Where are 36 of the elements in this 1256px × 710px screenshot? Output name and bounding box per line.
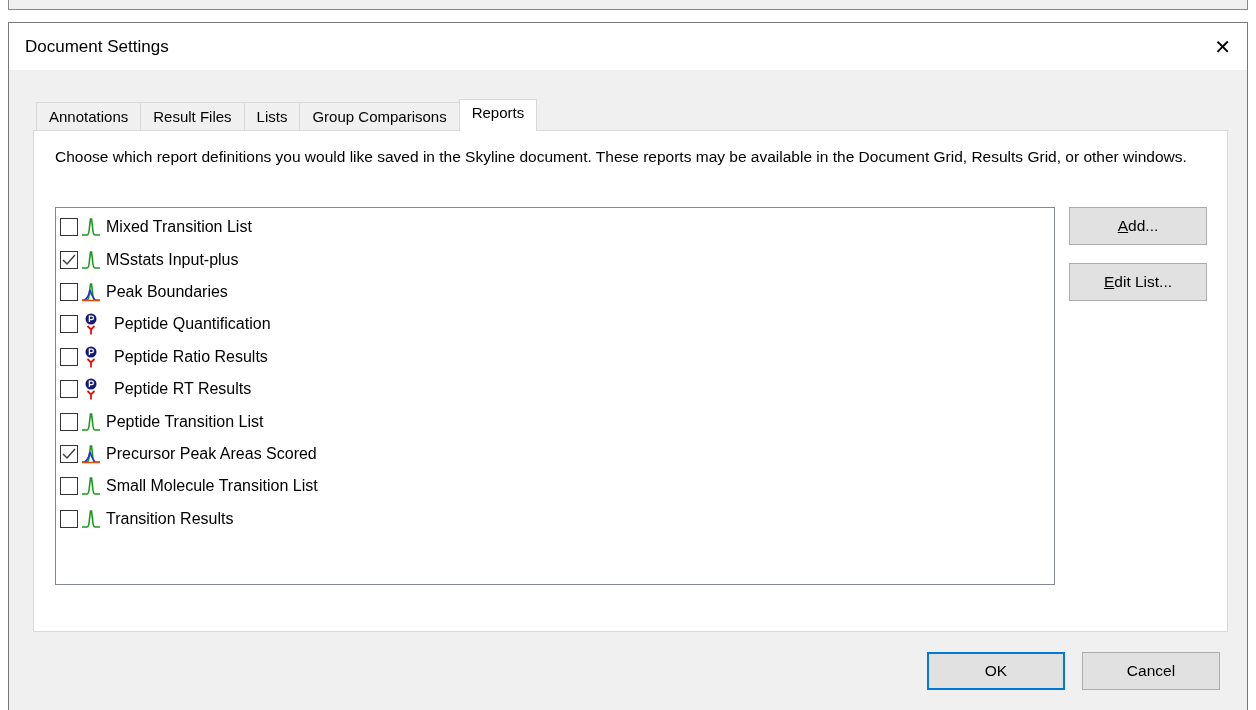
edit-list-button[interactable]: Edit List... [1069,263,1207,301]
peak-icon [81,217,101,238]
report-label[interactable]: Precursor Peak Areas Scored [106,444,317,463]
report-label[interactable]: Peptide Ratio Results [114,347,268,366]
report-label[interactable]: Transition Results [106,509,234,528]
peak-icon [81,476,101,497]
report-label[interactable]: Peak Boundaries [106,282,228,301]
checkbox[interactable] [60,315,78,334]
report-label[interactable]: MSstats Input-plus [106,250,239,269]
close-button[interactable]: ✕ [1208,34,1237,59]
description-text: Choose which report definitions you would like saved in the Skyline document. These reports may be available in the Document Grid, Results Grid, or other windows. [55,147,1188,167]
checkbox[interactable] [60,218,78,237]
tab[interactable]: Reports [458,99,538,131]
tab[interactable]: Annotations [36,102,142,130]
report-label[interactable]: Peptide Quantification [114,315,271,334]
checkbox[interactable] [60,282,78,301]
report-label[interactable]: Peptide RT Results [114,380,252,399]
cancel-button[interactable]: Cancel [1082,652,1220,690]
checkbox[interactable] [60,380,78,399]
checkbox[interactable] [60,250,78,269]
checkbox[interactable] [60,509,78,528]
peaks-icon [81,281,101,302]
checkbox[interactable] [60,444,78,463]
report-label[interactable]: Mixed Transition List [106,218,252,237]
peak-icon [81,411,101,432]
report-label[interactable]: Small Molecule Transition List [106,477,318,496]
peaks-icon [81,443,101,464]
add-button[interactable]: Add... [1069,207,1207,245]
peak-icon [81,508,101,529]
ok-button[interactable]: OK [927,652,1065,690]
checkbox[interactable] [60,412,78,431]
report-label[interactable]: Peptide Transition List [106,412,264,431]
checkbox[interactable] [60,347,78,366]
checkbox[interactable] [60,477,78,496]
window-title: Document Settings [25,36,169,57]
peak-icon [81,249,101,270]
